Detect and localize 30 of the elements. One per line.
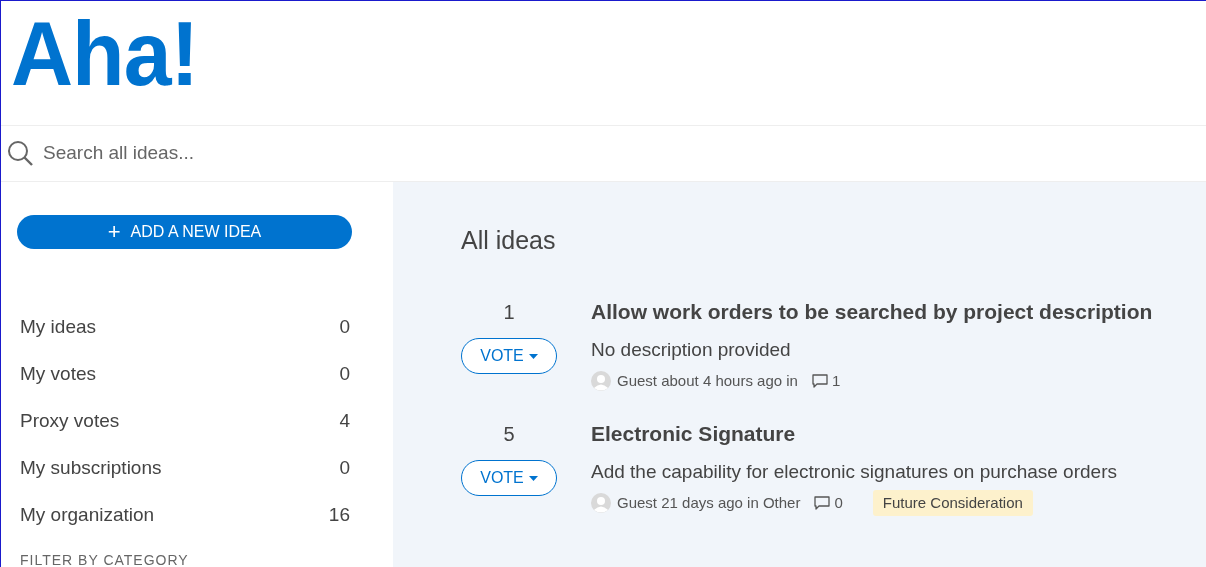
vote-count: 5: [503, 422, 515, 447]
idea-meta: Guest about 4 hours ago in: [617, 370, 798, 391]
page-heading: All ideas: [461, 225, 557, 256]
vote-button[interactable]: VOTE: [461, 338, 557, 374]
idea-meta: Guest 21 days ago in Other: [617, 492, 801, 513]
idea-description: No description provided: [591, 338, 792, 362]
search-icon: [7, 139, 35, 168]
comment-icon: [814, 496, 831, 510]
comment-icon: [811, 374, 828, 388]
vote-button[interactable]: VOTE: [461, 460, 557, 496]
sidebar-item[interactable]: My ideas 0: [1, 304, 393, 351]
logo[interactable]: Aha!: [11, 4, 199, 102]
comment-count[interactable]: 1: [811, 369, 841, 393]
add-idea-button[interactable]: + ADD A NEW IDEA: [17, 215, 352, 249]
sidebar-item[interactable]: My subscriptions 0: [1, 445, 393, 492]
sidebar-item[interactable]: My organization 16: [1, 492, 393, 539]
comment-count[interactable]: 0: [814, 491, 843, 515]
avatar-icon: [591, 371, 611, 391]
idea-title[interactable]: Electronic Signature: [591, 420, 1117, 448]
idea-title[interactable]: Allow work orders to be searched by project description: [591, 298, 1153, 326]
vote-count: 1: [503, 300, 515, 325]
sidebar-item[interactable]: Proxy votes 4: [1, 398, 393, 445]
status-tag: Future Consideration: [872, 489, 1033, 517]
idea-description: Add the capability for electronic signatures on purchase orders: [591, 460, 1117, 484]
avatar-icon: [591, 493, 611, 513]
caret-icon: [528, 353, 538, 359]
caret-icon: [528, 475, 538, 481]
search-field[interactable]: Search all ideas...: [43, 139, 443, 168]
sidebar-item[interactable]: My votes 0: [1, 351, 393, 398]
section-heading: FILTER BY CATEGORY: [20, 553, 190, 567]
